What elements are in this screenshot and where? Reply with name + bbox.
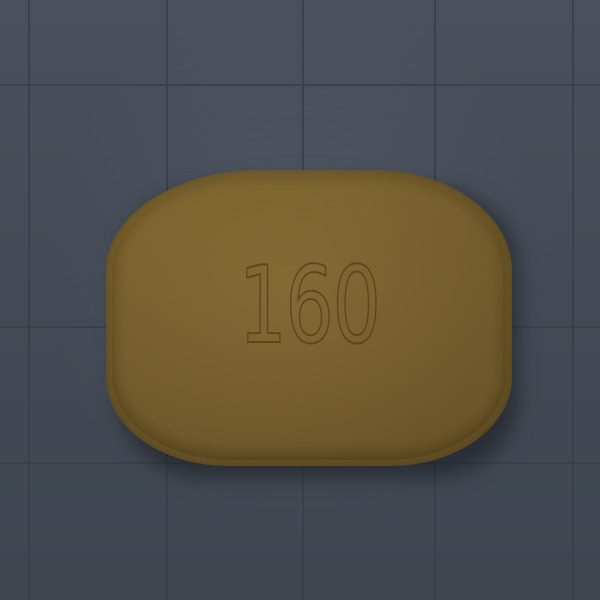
grid-line [572, 0, 574, 600]
tablet-imprint: 160 [238, 243, 382, 368]
grid-line [0, 84, 600, 86]
tablet: 160 [106, 170, 512, 466]
grid-line [28, 0, 30, 600]
